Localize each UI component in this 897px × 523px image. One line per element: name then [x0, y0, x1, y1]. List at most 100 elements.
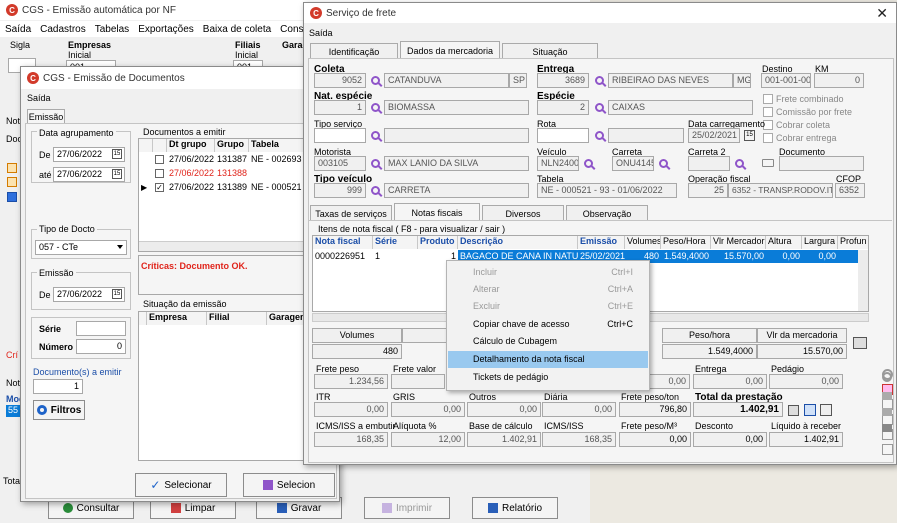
- selecionar-print-button[interactable]: Selecion: [243, 473, 335, 497]
- especie-code[interactable]: 2: [537, 100, 589, 115]
- search-icon[interactable]: [368, 156, 383, 171]
- search-icon[interactable]: [368, 183, 383, 198]
- menu-item-copiar-chave[interactable]: Copiar chave de acesso Ctrl+C: [448, 316, 648, 333]
- cell-altura: 0,00: [782, 251, 800, 261]
- carreta-value[interactable]: ONU4145: [612, 156, 654, 171]
- filial-inicial-label: Inicial: [235, 50, 259, 60]
- filtros-button[interactable]: Filtros: [33, 400, 85, 420]
- sun-icon[interactable]: [882, 372, 892, 382]
- col-vlr-mercadoria: Vlr Mercadoria: [711, 236, 766, 249]
- close-icon[interactable]: ✕: [876, 5, 888, 22]
- tab-emissao[interactable]: Emissão: [27, 109, 65, 124]
- icms-embutir-value: 168,35: [314, 432, 388, 447]
- serie-input[interactable]: [76, 321, 126, 336]
- tab-notas-fiscais[interactable]: Notas fiscais: [394, 203, 480, 221]
- search-icon[interactable]: [592, 100, 607, 115]
- menu-item-detalhamento-nota[interactable]: Detalhamento da nota fiscal: [448, 351, 648, 368]
- calculator-icon[interactable]: [853, 337, 867, 349]
- motorista-code[interactable]: 003105: [314, 156, 366, 171]
- col-volumes: Volumes: [625, 236, 661, 249]
- document-icon[interactable]: [804, 404, 816, 416]
- menu-item-tickets-pedagio[interactable]: Tickets de pedágio: [448, 369, 648, 386]
- search-icon[interactable]: [732, 156, 747, 171]
- vertical-scrollbar[interactable]: [858, 250, 868, 311]
- row-checkbox[interactable]: ✓: [155, 183, 164, 192]
- selecionar-button[interactable]: ✓ Selecionar: [135, 473, 227, 497]
- relatorio-button[interactable]: Relatório: [472, 497, 558, 519]
- calendar-icon[interactable]: 15: [112, 149, 122, 159]
- tab-situacao[interactable]: Situação: [502, 43, 598, 59]
- comment-icon[interactable]: [882, 424, 892, 432]
- search-icon[interactable]: [592, 128, 607, 143]
- empresas-label: Empresas: [68, 40, 112, 50]
- destino-value: 001-001-001: [761, 73, 811, 88]
- search-icon[interactable]: [368, 73, 383, 88]
- carreta2-value[interactable]: [688, 156, 730, 171]
- numero-input[interactable]: 0: [76, 339, 126, 354]
- nat-especie-code[interactable]: 1: [314, 100, 366, 115]
- menu-item-alterar[interactable]: Alterar Ctrl+A: [448, 281, 648, 298]
- frete-ton-label: Frete peso/ton: [621, 392, 680, 402]
- tipo-servico-code[interactable]: [314, 128, 366, 143]
- tab-observacao[interactable]: Observação: [566, 205, 648, 221]
- calendar-icon[interactable]: 15: [112, 169, 122, 179]
- tab-identificacao[interactable]: Identificação: [310, 43, 398, 59]
- selecionar-print-label: Selecion: [276, 479, 316, 491]
- frete-combinado-checkbox[interactable]: [763, 94, 773, 104]
- cgs-logo-icon: C: [6, 4, 18, 16]
- tipo-docto-select[interactable]: 057 - CTe: [35, 240, 127, 255]
- situacao-header-empresa: Empresa: [147, 312, 207, 325]
- total-prestacao-value: 1.402,91: [693, 402, 783, 417]
- calendar-icon[interactable]: 15: [112, 289, 122, 299]
- row-checkbox[interactable]: [155, 155, 164, 164]
- menu-item-calculo-cubagem[interactable]: Cálculo de Cubagem: [448, 333, 648, 350]
- docs-emitir-label: Documentos a emitir: [143, 127, 226, 137]
- title-bar: C Serviço de frete ✕: [304, 3, 896, 23]
- tab-dados-mercadoria[interactable]: Dados da mercadoria: [400, 41, 500, 59]
- hand-icon[interactable]: [882, 392, 892, 400]
- menu-saida[interactable]: Saída: [27, 93, 51, 103]
- chevron-down-icon[interactable]: [117, 245, 123, 249]
- menu-item-incluir[interactable]: Incluir Ctrl+I: [448, 264, 648, 281]
- grid-icon[interactable]: [820, 404, 832, 416]
- comissao-frete-checkbox[interactable]: [763, 107, 773, 117]
- entrega-code[interactable]: 3689: [537, 73, 589, 88]
- gris-label: GRIS: [393, 392, 416, 402]
- col-descricao: Descrição: [458, 236, 578, 249]
- hand-icon[interactable]: [882, 408, 892, 416]
- menu-exportacoes[interactable]: Exportações: [138, 24, 194, 35]
- icms-value: 168,35: [542, 432, 616, 447]
- search-icon[interactable]: [656, 156, 671, 171]
- cell-dt-grupo: 27/06/2022: [169, 154, 215, 164]
- cell-peso: 1.549,4000: [663, 251, 709, 261]
- calculator-icon[interactable]: [788, 405, 799, 416]
- data-carregamento-input[interactable]: 25/02/2021: [688, 128, 740, 143]
- menu-baixa-coleta[interactable]: Baixa de coleta: [203, 24, 271, 35]
- menu-saida[interactable]: Saída: [309, 28, 333, 38]
- gear-icon: [36, 405, 47, 415]
- coleta-code[interactable]: 9052: [314, 73, 366, 88]
- search-icon[interactable]: [368, 128, 383, 143]
- tab-diversos[interactable]: Diversos: [482, 205, 564, 221]
- search-icon[interactable]: [581, 156, 596, 171]
- menu-cadastros[interactable]: Cadastros: [40, 24, 86, 35]
- vlr-total-label: Vlr da mercadoria: [757, 328, 847, 343]
- search-icon[interactable]: [368, 100, 383, 115]
- row-checkbox[interactable]: [155, 169, 164, 178]
- calendar-icon[interactable]: 15: [744, 130, 755, 141]
- icms-label: ICMS/ISS: [544, 421, 584, 431]
- search-icon[interactable]: [592, 73, 607, 88]
- menu-item-excluir[interactable]: Excluir Ctrl+E: [448, 298, 648, 315]
- tipo-veiculo-code[interactable]: 999: [314, 183, 366, 198]
- truck-icon[interactable]: [762, 159, 774, 167]
- cobrar-entrega-checkbox[interactable]: [763, 133, 773, 143]
- operacao-fiscal-code[interactable]: 25: [688, 183, 728, 198]
- tab-taxas-servicos[interactable]: Taxas de serviços: [310, 205, 392, 221]
- menu-saida[interactable]: Saída: [5, 24, 31, 35]
- imprimir-button[interactable]: Imprimir: [364, 497, 450, 519]
- rota-code[interactable]: [537, 128, 589, 143]
- export-icon[interactable]: [882, 444, 893, 455]
- veiculo-value[interactable]: NLN2400: [537, 156, 579, 171]
- menu-tabelas[interactable]: Tabelas: [95, 24, 129, 35]
- entrega-city: RIBEIRAO DAS NEVES: [608, 73, 733, 88]
